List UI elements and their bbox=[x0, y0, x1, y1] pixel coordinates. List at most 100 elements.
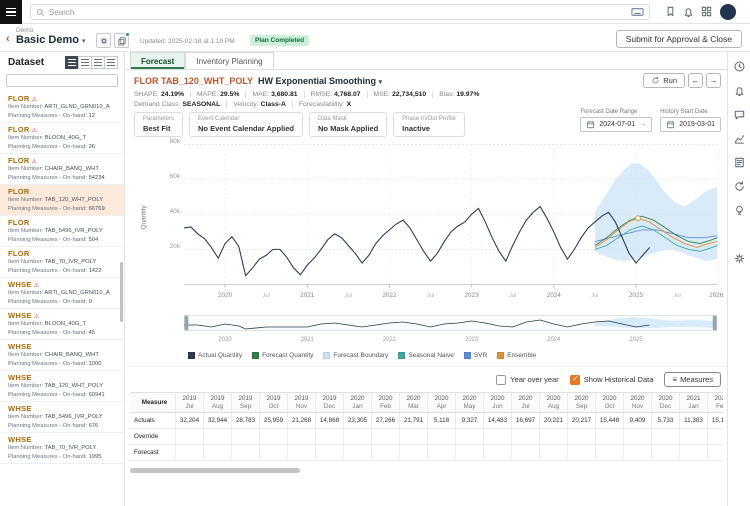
table-cell[interactable]: 15,448 bbox=[596, 413, 624, 429]
table-cell[interactable]: 32,944 bbox=[204, 413, 232, 429]
table-cell[interactable]: 20,221 bbox=[540, 413, 568, 429]
table-cell[interactable] bbox=[568, 445, 596, 461]
prev-item-button[interactable]: ← bbox=[688, 73, 703, 88]
sync-icon[interactable] bbox=[733, 180, 746, 193]
dataset-list-item[interactable]: FLOR⚠ Item Number: CHAIR_BANQ_WHT Planni… bbox=[0, 154, 124, 185]
scrollbar-thumb[interactable] bbox=[130, 468, 300, 473]
legend-item[interactable]: Forecast Quantity bbox=[252, 352, 313, 359]
dataset-list-item[interactable]: FLOR⚠ Item Number: TAB_120_WHT_POLY Plan… bbox=[0, 185, 124, 216]
back-chevron-icon[interactable]: ‹ bbox=[6, 33, 10, 45]
show-historical-checkbox[interactable] bbox=[570, 375, 580, 385]
table-cell[interactable] bbox=[260, 445, 288, 461]
dataset-list-item[interactable]: FLOR⚠ Item Number: BLOON_40G_T Planning … bbox=[0, 123, 124, 154]
table-cell[interactable] bbox=[680, 445, 708, 461]
dataset-filter-input[interactable] bbox=[6, 74, 118, 87]
table-cell[interactable] bbox=[484, 429, 512, 445]
table-cell[interactable] bbox=[540, 429, 568, 445]
submit-approval-button[interactable]: Submit for Approval & Close bbox=[616, 30, 742, 48]
table-cell[interactable]: 15,167 bbox=[708, 413, 723, 429]
brush-handle-right[interactable] bbox=[713, 316, 717, 331]
sidebar-scrollbar[interactable] bbox=[120, 262, 123, 322]
setting-card[interactable]: Parameters Best Fit bbox=[134, 112, 183, 137]
user-avatar[interactable] bbox=[720, 4, 736, 20]
table-cell[interactable] bbox=[456, 445, 484, 461]
table-cell[interactable]: 20,217 bbox=[568, 413, 596, 429]
next-item-button[interactable]: → bbox=[706, 73, 721, 88]
table-cell[interactable] bbox=[176, 445, 204, 461]
table-cell[interactable] bbox=[288, 429, 316, 445]
table-cell[interactable]: 14,868 bbox=[316, 413, 344, 429]
plan-settings-button[interactable] bbox=[96, 33, 111, 48]
table-cell[interactable] bbox=[288, 445, 316, 461]
table-horizontal-scrollbar[interactable] bbox=[130, 468, 723, 474]
table-cell[interactable]: 25,959 bbox=[260, 413, 288, 429]
measures-button[interactable]: ≡ Measures bbox=[664, 372, 721, 387]
table-cell[interactable] bbox=[204, 445, 232, 461]
table-cell[interactable]: 9,409 bbox=[624, 413, 652, 429]
alerts-bell-icon[interactable] bbox=[733, 84, 746, 97]
show-historical-toggle[interactable]: Show Historical Data bbox=[570, 375, 654, 385]
dataset-list-item[interactable]: FLOR⚠ Item Number: ARTI_GLND_GRN010_A Pl… bbox=[0, 92, 124, 123]
table-cell[interactable] bbox=[596, 445, 624, 461]
dataset-list-item[interactable]: WHSE⚠ Item Number: TAB_5496_IVR_POLY Pla… bbox=[0, 402, 124, 433]
tab[interactable]: Forecast bbox=[130, 52, 185, 69]
table-cell[interactable] bbox=[512, 445, 540, 461]
chart-range-selector[interactable]: 2020 2021 2022 2023 2024 2025 bbox=[184, 314, 724, 344]
table-cell[interactable] bbox=[232, 429, 260, 445]
table-cell[interactable]: 21,268 bbox=[288, 413, 316, 429]
table-cell[interactable] bbox=[652, 429, 680, 445]
table-cell[interactable] bbox=[316, 429, 344, 445]
table-cell[interactable] bbox=[624, 445, 652, 461]
duplicate-plan-button[interactable] bbox=[114, 33, 129, 48]
table-cell[interactable] bbox=[624, 429, 652, 445]
setting-card[interactable]: Data Mask No Mask Applied bbox=[309, 112, 387, 137]
legend-item[interactable]: Ensemble bbox=[497, 352, 536, 359]
table-cell[interactable] bbox=[232, 445, 260, 461]
comments-icon[interactable] bbox=[733, 108, 746, 121]
menu-button[interactable] bbox=[0, 0, 22, 24]
bookmark-icon[interactable] bbox=[664, 5, 677, 18]
table-cell[interactable]: 5,118 bbox=[428, 413, 456, 429]
dataset-list-item[interactable]: WHSE⚠ Item Number: ARTI_GLND_GRN010_A Pl… bbox=[0, 278, 124, 309]
clock-icon[interactable] bbox=[733, 60, 746, 73]
table-cell[interactable] bbox=[344, 445, 372, 461]
legend-item[interactable]: Actual Quantity bbox=[188, 352, 242, 359]
view-list-button[interactable] bbox=[65, 56, 79, 69]
search-input[interactable] bbox=[49, 8, 631, 17]
global-search[interactable] bbox=[30, 4, 650, 20]
tab[interactable]: Inventory Planning bbox=[185, 52, 273, 69]
table-cell[interactable]: 23,305 bbox=[344, 413, 372, 429]
table-cell[interactable]: 11,383 bbox=[680, 413, 708, 429]
table-cell[interactable] bbox=[400, 445, 428, 461]
table-cell[interactable]: 21,791 bbox=[400, 413, 428, 429]
date-input[interactable]: 2019-03-01 bbox=[660, 117, 721, 132]
table-cell[interactable] bbox=[512, 429, 540, 445]
table-cell[interactable] bbox=[540, 445, 568, 461]
notification-bell-icon[interactable] bbox=[682, 5, 695, 18]
table-cell[interactable] bbox=[456, 429, 484, 445]
table-cell[interactable] bbox=[596, 429, 624, 445]
settings-gear-icon[interactable] bbox=[733, 252, 746, 265]
setting-card[interactable]: Event Calendar No Event Calendar Applied bbox=[189, 112, 303, 137]
analytics-icon[interactable] bbox=[733, 132, 746, 145]
dataset-list-item[interactable]: WHSE⚠ Item Number: CHAIR_BANQ_WHT Planni… bbox=[0, 340, 124, 371]
table-cell[interactable] bbox=[680, 429, 708, 445]
table-cell[interactable] bbox=[708, 429, 723, 445]
table-cell[interactable] bbox=[372, 445, 400, 461]
table-cell[interactable] bbox=[428, 429, 456, 445]
table-cell[interactable]: 27,266 bbox=[372, 413, 400, 429]
table-cell[interactable]: 28,783 bbox=[232, 413, 260, 429]
dataset-list-item[interactable]: FLOR⚠ Item Number: TAB_5496_IVR_POLY Pla… bbox=[0, 216, 124, 247]
dataset-list-item[interactable]: WHSE⚠ Item Number: BLOON_40G_T Planning … bbox=[0, 309, 124, 340]
view-compact-button[interactable] bbox=[78, 56, 92, 69]
table-cell[interactable] bbox=[428, 445, 456, 461]
dataset-list-item[interactable]: WHSE⚠ Item Number: TAB_70_IVR_POLY Plann… bbox=[0, 433, 124, 464]
apps-grid-icon[interactable] bbox=[700, 5, 713, 18]
legend-item[interactable]: Seasonal Naive bbox=[398, 352, 454, 359]
table-cell[interactable] bbox=[372, 429, 400, 445]
table-cell[interactable] bbox=[708, 445, 723, 461]
brush-handle-left[interactable] bbox=[184, 316, 188, 331]
table-cell[interactable] bbox=[204, 429, 232, 445]
table-cell[interactable] bbox=[344, 429, 372, 445]
date-input[interactable]: 2024-07-01 → bbox=[580, 117, 652, 132]
